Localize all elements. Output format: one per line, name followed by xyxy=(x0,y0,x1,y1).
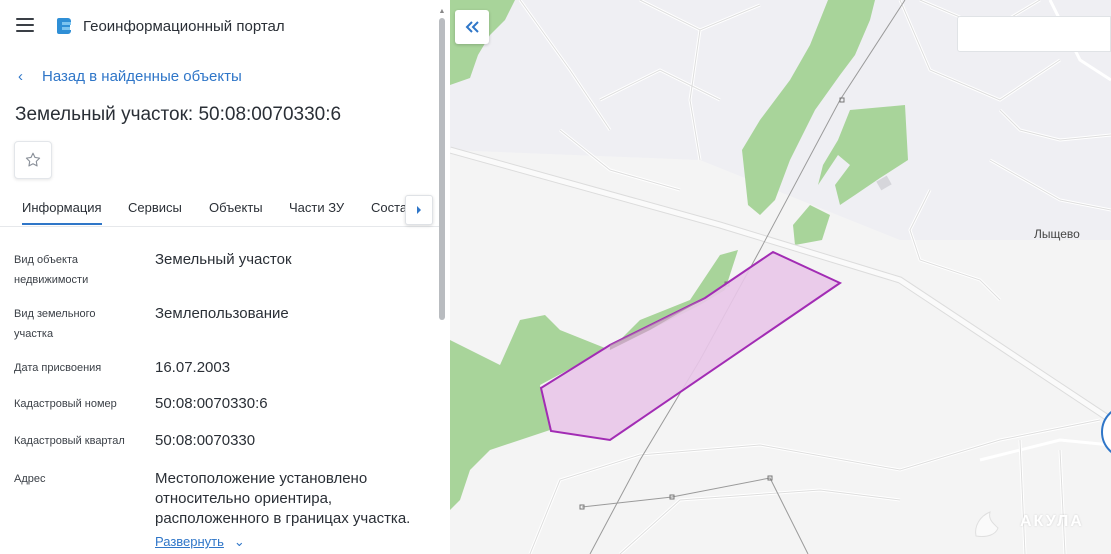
scroll-up-arrow-icon[interactable]: ▲ xyxy=(438,8,446,16)
info-value: Местоположение установлено относительно … xyxy=(155,470,411,527)
expand-label: Развернуть xyxy=(155,534,224,549)
tab-services[interactable]: Сервисы xyxy=(128,200,182,215)
page-title: Земельный участок: 50:08:0070330:6 xyxy=(15,104,342,125)
app-title: Геоинформационный портал xyxy=(83,18,285,35)
tab-bar: Информация Сервисы Объекты Части ЗУ Сост… xyxy=(0,194,440,227)
map-view[interactable] xyxy=(450,0,1111,554)
top-bar: Геоинформационный портал xyxy=(0,0,440,52)
back-label: Назад в найденные объекты xyxy=(42,68,242,85)
back-to-results-link[interactable]: ‹ Назад в найденные объекты xyxy=(18,68,242,85)
chevron-left-icon: ‹ xyxy=(18,68,23,85)
map-search-input[interactable] xyxy=(957,16,1111,52)
map-canvas[interactable] xyxy=(450,0,1111,554)
portal-logo-icon xyxy=(57,18,71,34)
panel-scrollbar[interactable]: ▲ xyxy=(438,8,446,548)
info-label: Вид объекта недвижимости xyxy=(14,254,89,286)
favorite-button[interactable] xyxy=(14,141,52,179)
chevron-down-icon: ⌄ xyxy=(233,534,245,549)
collapse-panel-button[interactable] xyxy=(455,10,489,44)
tab-composition[interactable]: Соста xyxy=(371,200,407,215)
info-value: 50:08:0070330:6 xyxy=(155,395,268,412)
hamburger-icon[interactable] xyxy=(16,18,34,32)
caret-right-icon xyxy=(417,206,421,214)
tab-parts[interactable]: Части ЗУ xyxy=(289,200,344,215)
watermark-text: АКУЛА xyxy=(1020,513,1084,530)
tab-information[interactable]: Информация xyxy=(22,200,102,225)
info-label: Дата присвоения xyxy=(14,362,102,374)
tabs-scroll-right-button[interactable] xyxy=(405,195,433,225)
expand-address-link[interactable]: Развернуть ⌄ xyxy=(155,534,245,550)
info-value: Землепользование xyxy=(155,305,289,322)
info-value: 16.07.2003 xyxy=(155,359,231,376)
scrollbar-thumb[interactable] xyxy=(439,18,445,320)
info-label: Кадастровый номер xyxy=(14,398,117,410)
object-info-panel: Геоинформационный портал ‹ Назад в найден… xyxy=(0,0,450,554)
map-place-label: Лыщево xyxy=(1034,227,1080,241)
info-value: 50:08:0070330 xyxy=(155,432,256,449)
info-label: Вид земельного участка xyxy=(14,308,96,340)
tab-objects[interactable]: Объекты xyxy=(209,200,263,215)
info-label: Кадастровый квартал xyxy=(14,435,125,447)
info-value: Земельный участок xyxy=(155,251,292,268)
star-outline-icon xyxy=(25,152,41,167)
info-label: Адрес xyxy=(14,473,46,485)
double-chevron-left-icon xyxy=(465,21,479,33)
